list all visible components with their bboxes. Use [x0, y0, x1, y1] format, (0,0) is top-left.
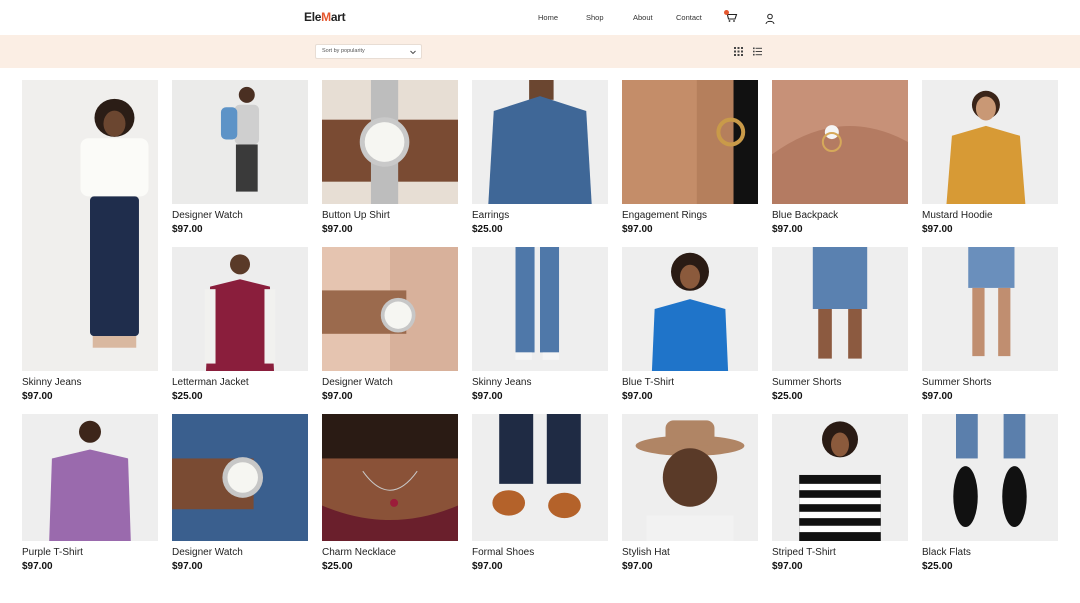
product-price: $97.00 — [172, 224, 203, 235]
product-image-wrist-watch-shirt[interactable] — [172, 414, 308, 541]
product-name[interactable]: Button Up Shirt — [322, 210, 390, 221]
product-price: $25.00 — [472, 224, 503, 235]
product-name[interactable]: Skinny Jeans — [22, 377, 81, 388]
product-image-legs-shorts[interactable] — [772, 247, 908, 371]
nav-home-link[interactable]: Home — [538, 13, 558, 22]
product-image-hand-ring[interactable] — [772, 80, 908, 204]
product-name[interactable]: Black Flats — [922, 547, 971, 558]
account-button[interactable] — [765, 12, 775, 25]
cart-button[interactable] — [724, 10, 738, 24]
user-icon — [765, 13, 775, 25]
product-price: $97.00 — [322, 391, 353, 402]
nav-shop-link[interactable]: Shop — [586, 13, 604, 22]
product-price: $97.00 — [922, 224, 953, 235]
product-name[interactable]: Summer Shorts — [772, 377, 841, 388]
product-price: $97.00 — [322, 224, 353, 235]
product-price: $97.00 — [22, 561, 53, 572]
product-price: $25.00 — [922, 561, 953, 572]
product-price: $97.00 — [172, 561, 203, 572]
product-image-ear-earring[interactable] — [622, 80, 758, 204]
product-image-man-jacket[interactable] — [172, 247, 308, 371]
product-name[interactable]: Blue Backpack — [772, 210, 838, 221]
product-name[interactable]: Charm Necklace — [322, 547, 396, 558]
product-price: $97.00 — [772, 224, 803, 235]
nav-contact-link[interactable]: Contact — [676, 13, 702, 22]
product-image-black-flats[interactable] — [922, 414, 1058, 541]
filter-bar: Sort by popularity — [0, 35, 1080, 68]
product-name[interactable]: Designer Watch — [172, 210, 243, 221]
product-image-woman-striped-tshirt[interactable] — [772, 414, 908, 541]
product-price: $97.00 — [622, 561, 653, 572]
product-name[interactable]: Skinny Jeans — [472, 377, 531, 388]
product-name[interactable]: Letterman Jacket — [172, 377, 249, 388]
product-price: $97.00 — [772, 561, 803, 572]
logo-text-accent: M — [321, 10, 331, 24]
product-image-man-shirt[interactable] — [472, 80, 608, 204]
product-price: $97.00 — [622, 391, 653, 402]
sort-select-value: Sort by popularity — [322, 48, 365, 54]
product-price: $97.00 — [472, 391, 503, 402]
product-image-woman-jeans[interactable] — [22, 80, 158, 371]
product-price: $97.00 — [622, 224, 653, 235]
product-price: $25.00 — [772, 391, 803, 402]
product-image-formal-shoes[interactable] — [472, 414, 608, 541]
sort-select[interactable]: Sort by popularity — [315, 44, 422, 59]
product-image-wrist-watch-sweater[interactable] — [322, 247, 458, 371]
list-view-icon[interactable] — [753, 47, 762, 56]
product-price: $97.00 — [922, 391, 953, 402]
logo-text-suffix: art — [330, 10, 346, 24]
product-image-legs-shorts-alt[interactable] — [922, 247, 1058, 371]
product-name[interactable]: Stylish Hat — [622, 547, 670, 558]
logo-text-prefix: Ele — [304, 10, 322, 24]
product-price: $25.00 — [322, 561, 353, 572]
product-image-man-backpack[interactable] — [172, 80, 308, 204]
product-name[interactable]: Purple T-Shirt — [22, 547, 83, 558]
product-name[interactable]: Earrings — [472, 210, 509, 221]
grid-view-icon[interactable] — [734, 47, 743, 56]
product-name[interactable]: Engagement Rings — [622, 210, 707, 221]
product-name[interactable]: Designer Watch — [172, 547, 243, 558]
product-image-legs-jeans[interactable] — [472, 247, 608, 371]
product-price: $25.00 — [172, 391, 203, 402]
cart-count-badge — [724, 10, 729, 15]
product-price: $97.00 — [472, 561, 503, 572]
product-name[interactable]: Blue T-Shirt — [622, 377, 674, 388]
nav-about-link[interactable]: About — [633, 13, 653, 22]
product-price: $97.00 — [22, 391, 53, 402]
product-image-man-hat[interactable] — [622, 414, 758, 541]
site-logo[interactable]: EleMart — [304, 10, 346, 24]
chevron-down-icon — [410, 50, 416, 55]
product-image-woman-tshirt[interactable] — [622, 247, 758, 371]
product-name[interactable]: Summer Shorts — [922, 377, 991, 388]
product-image-neck-necklace[interactable] — [322, 414, 458, 541]
site-header: EleMart Home Shop About Contact — [0, 0, 1080, 35]
product-image-wrist-watch[interactable] — [322, 80, 458, 204]
product-image-man-tshirt[interactable] — [22, 414, 158, 541]
product-name[interactable]: Mustard Hoodie — [922, 210, 993, 221]
product-name[interactable]: Formal Shoes — [472, 547, 534, 558]
product-name[interactable]: Designer Watch — [322, 377, 393, 388]
product-name[interactable]: Striped T-Shirt — [772, 547, 836, 558]
product-image-woman-hoodie[interactable] — [922, 80, 1058, 204]
